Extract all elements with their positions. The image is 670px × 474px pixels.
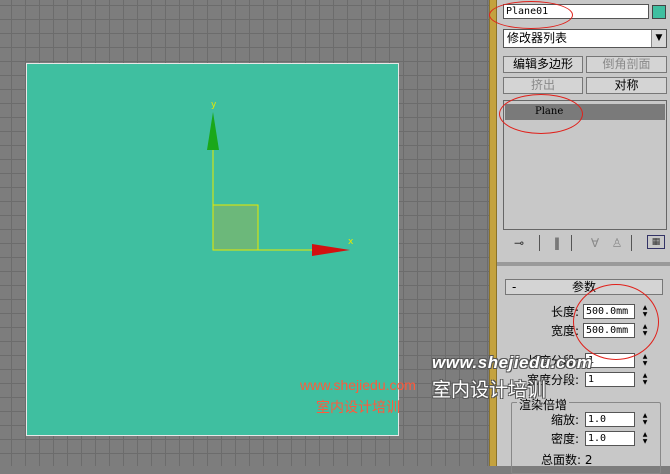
density-spinner[interactable]: ▲ ▼ [640,431,650,446]
divider [631,235,636,251]
gizmo-x-label: x [348,237,354,247]
scale-field[interactable]: 1.0 [585,412,635,427]
remove-modifier-icon[interactable]: ♙ [609,235,625,251]
parameters-title: 参数 [571,280,596,294]
modifier-list-dropdown[interactable]: 修改器列表 ▼ [503,29,667,48]
density-field[interactable]: 1.0 [585,431,635,446]
width-spinner[interactable]: ▲ ▼ [640,323,650,338]
overlay-watermark-url: www.shejiedu.com [432,353,593,372]
pin-icon[interactable]: ⊸ [511,235,527,251]
modifier-stack[interactable]: Plane [503,100,667,230]
gizmo-y-label: y [211,100,217,110]
length-segs-spinner[interactable]: ▲ ▼ [640,353,650,368]
watermark-url: www.shejiedu.com [300,377,416,393]
watermark-cn: 室内设计培训 [316,400,400,416]
length-field[interactable]: 500.0mm [583,304,635,319]
transform-gizmo[interactable]: y x [0,0,489,466]
make-unique-icon[interactable]: ∀ [587,235,603,251]
stack-toolbar: ⊸ ‖ ∀ ♙ ▦ [503,233,667,255]
overlay-watermark-cn: 室内设计培训 [432,379,547,401]
show-end-result-icon[interactable]: ‖ [549,235,565,251]
width-segs-field[interactable]: 1 [585,372,635,387]
configure-sets-icon[interactable]: ▦ [647,235,665,249]
length-label: 长度: [550,305,579,319]
length-segs-field[interactable]: 1 [585,353,635,368]
bevel-profile-button[interactable]: 倒角剖面 [586,56,667,73]
scale-label: 缩放: [550,413,579,427]
extrude-button[interactable]: 挤出 [503,77,583,94]
chevron-down-icon[interactable]: ▼ [651,30,666,47]
gizmo-y-arrow [207,112,219,150]
width-segs-spinner[interactable]: ▲ ▼ [640,372,650,387]
stack-item-plane[interactable]: Plane [505,104,665,120]
divider [539,235,544,251]
divider [571,235,576,251]
density-label: 密度: [550,432,579,446]
gizmo-x-arrow [312,244,350,256]
perspective-viewport[interactable]: y x www.shejiedu.com 室内设计培训 [0,0,489,466]
section-divider [497,262,670,266]
edit-poly-button[interactable]: 编辑多边形 [503,56,583,73]
width-field[interactable]: 500.0mm [583,323,635,338]
gizmo-plane-handle [212,204,259,251]
width-label: 宽度: [550,324,579,338]
parameters-rollout-header[interactable]: - 参数 [505,279,663,295]
length-spinner[interactable]: ▲ ▼ [640,304,650,319]
total-faces: 总面数: 2 [541,453,593,467]
scale-spinner[interactable]: ▲ ▼ [640,412,650,427]
modifier-list-label: 修改器列表 [507,31,568,45]
object-color-swatch[interactable] [652,5,666,19]
object-name-field[interactable]: Plane01 [503,4,649,19]
symmetry-button[interactable]: 对称 [586,77,667,94]
